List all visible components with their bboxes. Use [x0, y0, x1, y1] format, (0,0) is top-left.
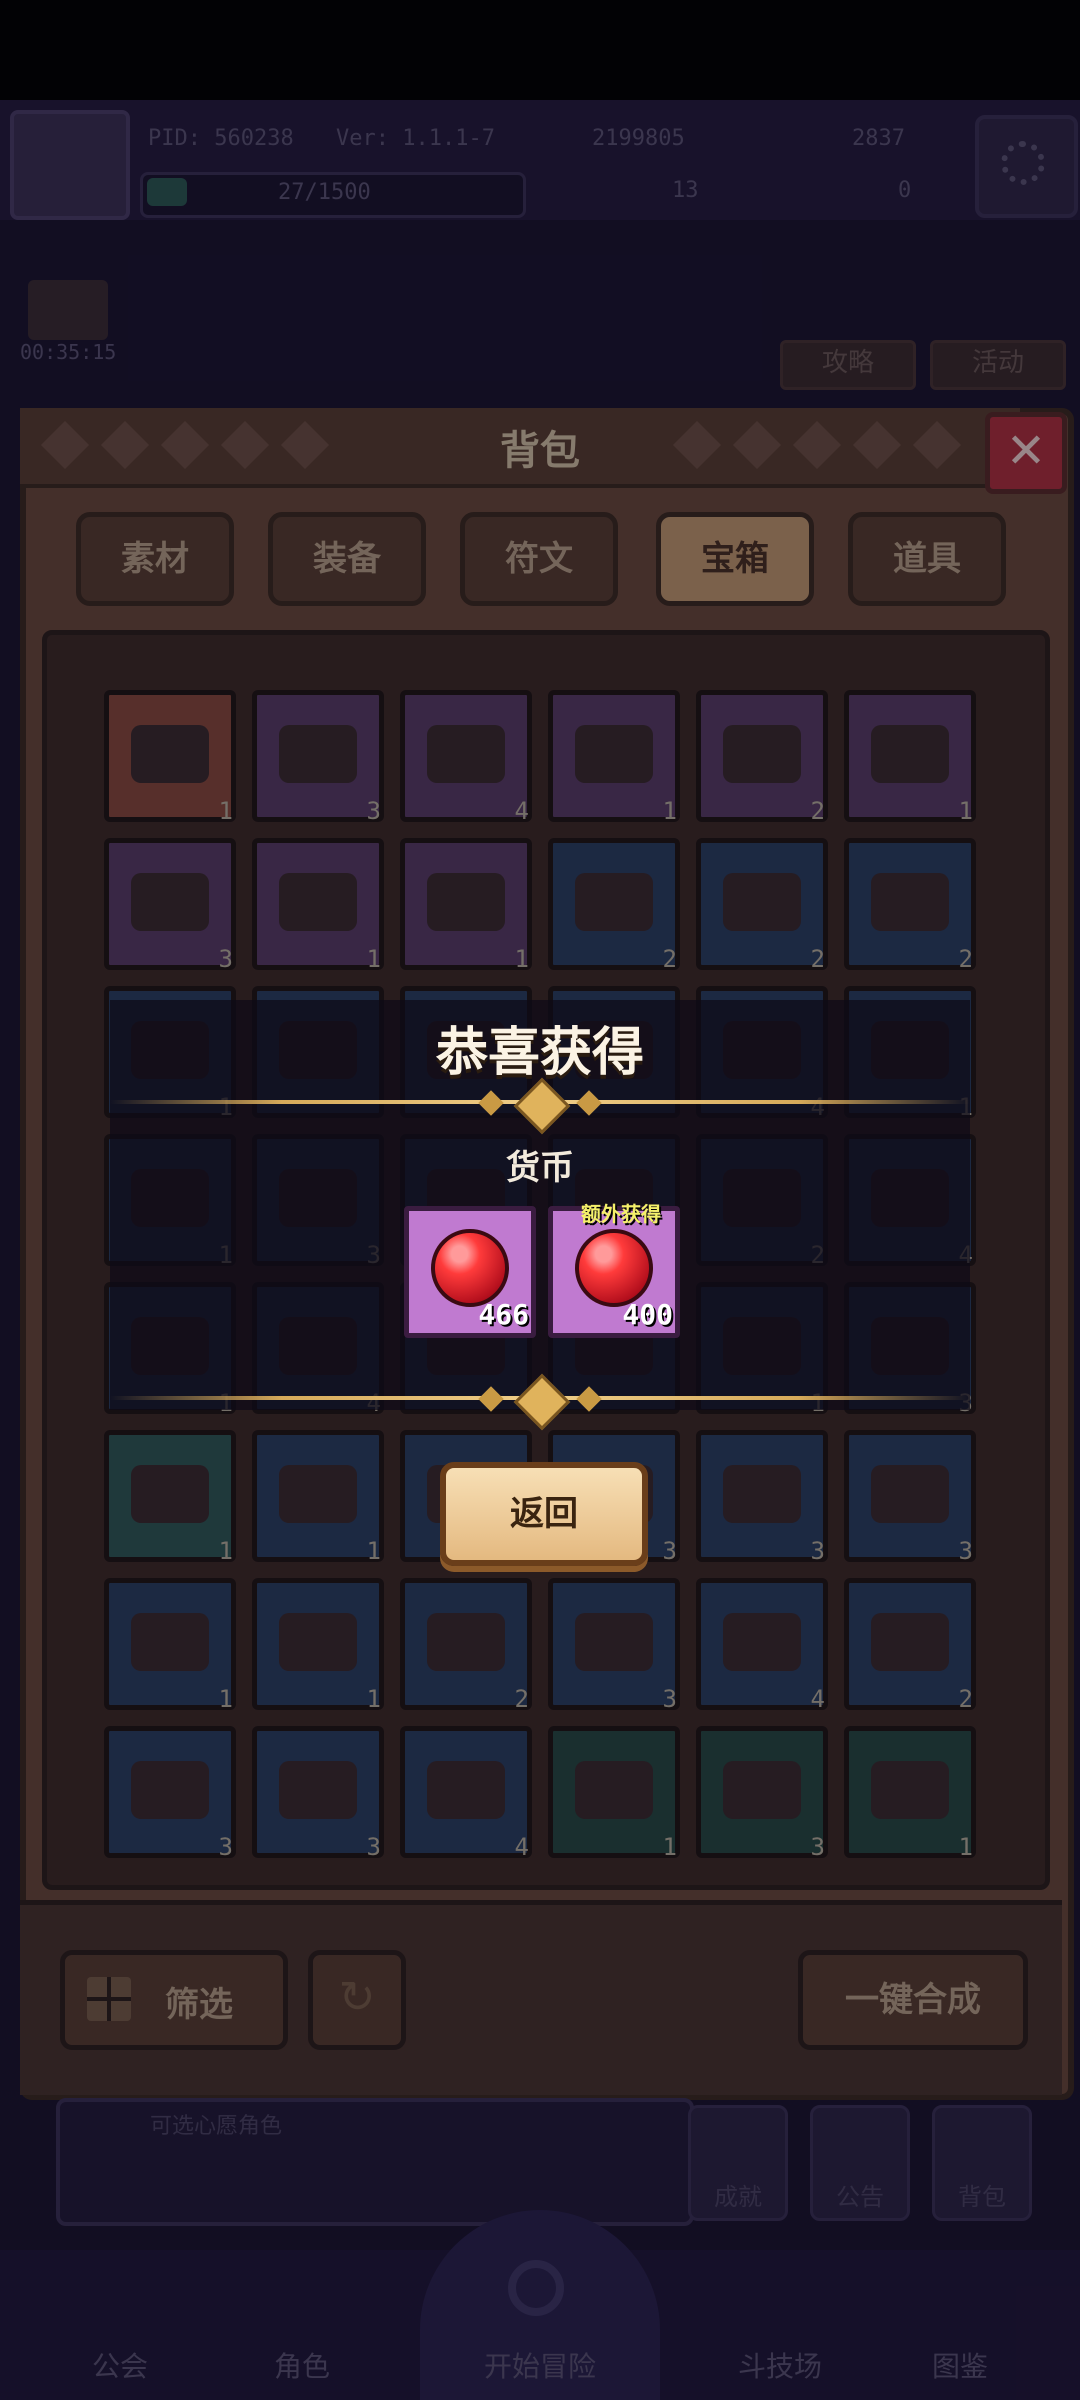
- bonus-tag: 额外获得: [581, 1202, 661, 1226]
- return-button[interactable]: 返回: [440, 1462, 648, 1566]
- red-gem-icon: [575, 1229, 653, 1307]
- reward-amount: 466: [478, 1298, 529, 1331]
- reward-popup-title: 恭喜获得: [435, 1023, 644, 1083]
- reward-amount: 400: [622, 1298, 673, 1331]
- red-gem-icon: [431, 1229, 509, 1307]
- reward-category: 货币: [506, 1148, 574, 1188]
- reward-slot: 466: [404, 1206, 536, 1338]
